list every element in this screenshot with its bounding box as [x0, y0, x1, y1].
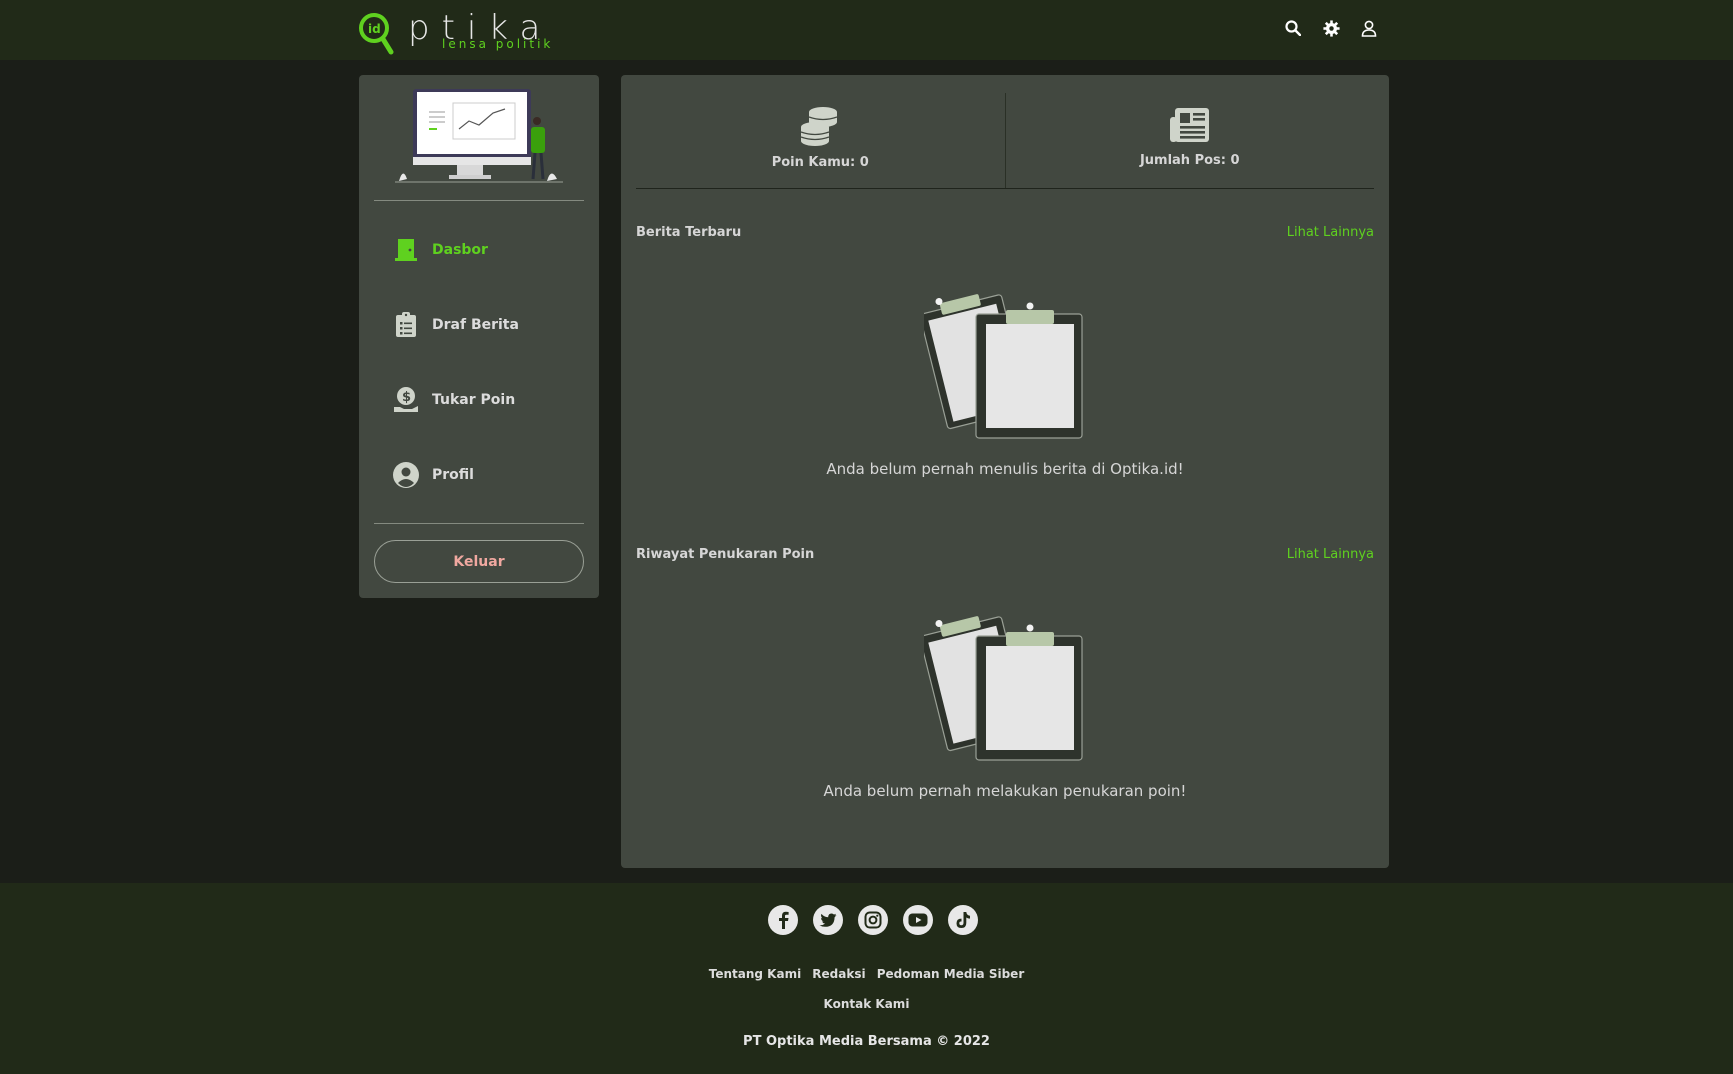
header-actions [1282, 17, 1380, 39]
dashboard-main: Poin Kamu: 0 Jumlah Pos: 0 Berita Terbar… [621, 75, 1389, 868]
sidebar: Dasbor Draf Berita $ Tukar Poin Profil K… [359, 75, 599, 598]
empty-clipboard-illustration [924, 616, 1083, 761]
point-history-see-more-link[interactable]: Lihat Lainnya [1287, 547, 1374, 562]
latest-news-empty-message: Anda belum pernah menulis berita di Opti… [826, 460, 1184, 478]
point-history-title: Riwayat Penukaran Poin [636, 547, 815, 562]
footer-link-redaksi[interactable]: Redaksi [812, 967, 865, 981]
footer-links-row-1: Tentang Kami Redaksi Pedoman Media Siber [0, 963, 1733, 982]
stat-points: Poin Kamu: 0 [636, 93, 1005, 188]
magnifier-logo-icon: id [359, 13, 394, 55]
stat-posts: Jumlah Pos: 0 [1004, 93, 1375, 188]
sidebar-item-profil[interactable]: Profil [392, 455, 572, 495]
tiktok-icon[interactable] [948, 905, 978, 935]
site-logo[interactable]: id ptika lensa politik [358, 8, 558, 58]
sidebar-item-label: Draf Berita [432, 317, 519, 333]
coins-icon [801, 107, 838, 146]
latest-news-title: Berita Terbaru [636, 225, 742, 240]
user-icon[interactable] [1358, 17, 1380, 39]
twitter-icon[interactable] [813, 905, 843, 935]
facebook-icon[interactable] [768, 905, 798, 935]
top-navbar: id ptika lensa politik [0, 0, 1733, 60]
dashboard-illustration [395, 89, 563, 183]
instagram-icon[interactable] [858, 905, 888, 935]
sidebar-item-label: Dasbor [432, 242, 488, 258]
door-icon [392, 236, 420, 264]
youtube-icon[interactable] [903, 905, 933, 935]
clipboard-list-icon [392, 311, 420, 339]
empty-clipboard-illustration [924, 294, 1083, 439]
footer-link-kontak-kami[interactable]: Kontak Kami [824, 997, 910, 1011]
logout-button[interactable]: Keluar [374, 540, 584, 583]
point-history-empty-message: Anda belum pernah melakukan penukaran po… [823, 782, 1187, 800]
sidebar-item-dasbor[interactable]: Dasbor [392, 230, 572, 270]
footer-link-tentang-kami[interactable]: Tentang Kami [709, 967, 801, 981]
money-hand-icon: $ [392, 386, 420, 414]
svg-text:id: id [368, 22, 381, 36]
sidebar-item-label: Tukar Poin [432, 392, 516, 408]
gear-icon[interactable] [1320, 17, 1342, 39]
user-circle-icon [392, 461, 420, 489]
search-icon[interactable] [1282, 17, 1304, 39]
sidebar-item-label: Profil [432, 467, 474, 483]
social-links [768, 905, 978, 935]
points-label: Poin Kamu: 0 [771, 155, 869, 170]
posts-label: Jumlah Pos: 0 [1139, 153, 1240, 168]
logo-tagline: lensa politik [442, 37, 554, 51]
newspaper-icon [1169, 108, 1209, 142]
site-footer: Tentang Kami Redaksi Pedoman Media Siber… [0, 883, 1733, 1074]
copyright-text: PT Optika Media Bersama © 2022 [743, 1034, 990, 1049]
stats-row: Poin Kamu: 0 Jumlah Pos: 0 [636, 93, 1374, 189]
footer-link-pedoman-media-siber[interactable]: Pedoman Media Siber [877, 967, 1025, 981]
sidebar-item-draf-berita[interactable]: Draf Berita [392, 305, 572, 345]
footer-links-row-2: Kontak Kami [0, 993, 1733, 1012]
sidebar-divider-top [374, 200, 584, 201]
latest-news-see-more-link[interactable]: Lihat Lainnya [1287, 225, 1374, 240]
sidebar-divider-bottom [374, 523, 584, 524]
svg-text:$: $ [402, 390, 411, 405]
sidebar-item-tukar-poin[interactable]: $ Tukar Poin [392, 380, 572, 420]
